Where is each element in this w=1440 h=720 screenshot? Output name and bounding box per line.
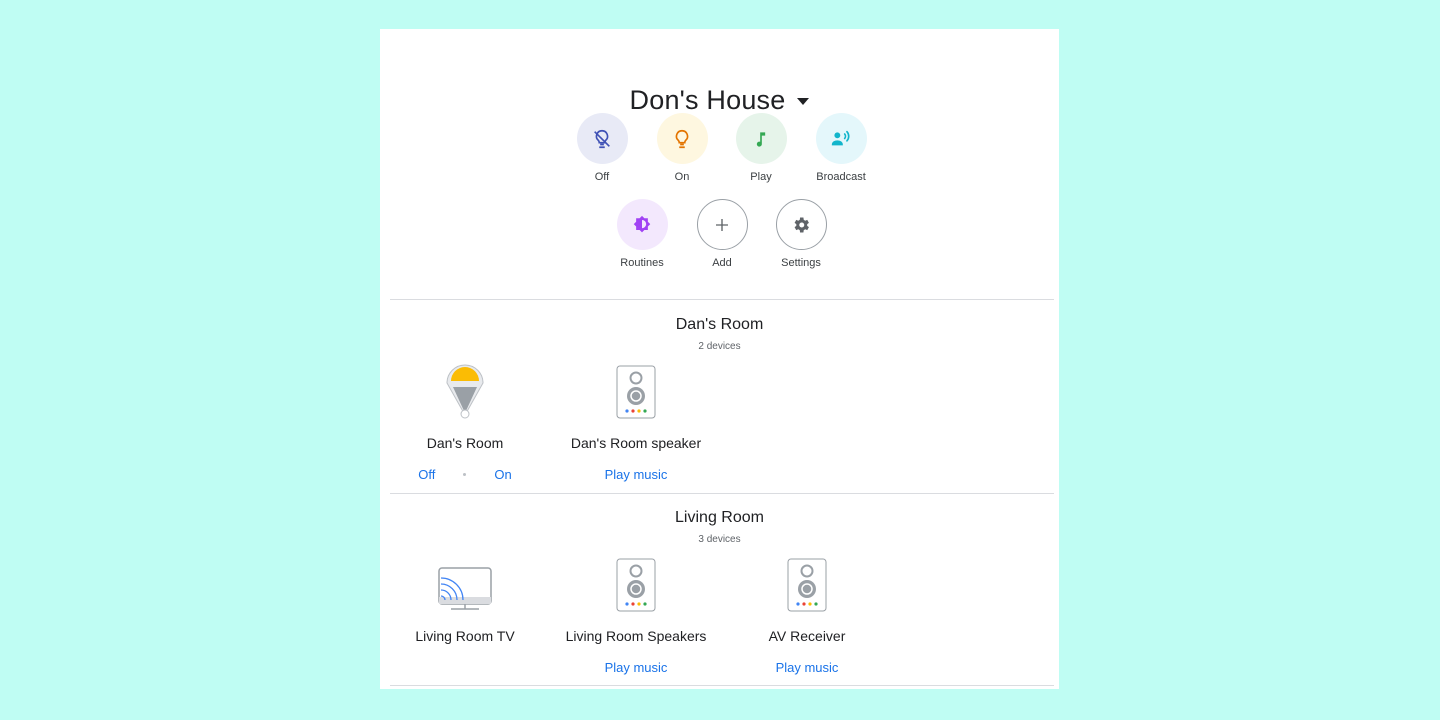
turn-off-link[interactable]: Off bbox=[418, 467, 435, 482]
device-actions: Play music bbox=[551, 660, 721, 675]
add-label: Add bbox=[712, 257, 732, 269]
device-card-speaker[interactable]: Living Room Speakers Play music bbox=[551, 556, 721, 675]
device-card-speaker[interactable]: Dan's Room speaker Play music bbox=[551, 363, 721, 482]
device-name: Living Room Speakers bbox=[565, 628, 707, 644]
off-label: Off bbox=[594, 171, 610, 183]
home-panel: Don's House Off On Play Broadcast Routin… bbox=[380, 29, 1059, 689]
section-divider bbox=[390, 299, 1054, 300]
device-name: Dan's Room speaker bbox=[570, 435, 702, 451]
device-card-lamp[interactable]: Dan's Room Off On bbox=[380, 363, 550, 482]
section-divider bbox=[390, 493, 1054, 494]
plus-icon[interactable] bbox=[696, 199, 748, 250]
caret-down-icon[interactable] bbox=[797, 98, 810, 105]
device-actions: Play music bbox=[722, 660, 892, 675]
off-action[interactable]: Off bbox=[557, 113, 647, 183]
speaker-icon bbox=[551, 363, 721, 419]
device-name: Living Room TV bbox=[415, 628, 515, 644]
play-music-link[interactable]: Play music bbox=[776, 660, 839, 675]
lamp-icon bbox=[380, 363, 550, 419]
speaker-icon bbox=[551, 556, 721, 612]
on-action[interactable]: On bbox=[637, 113, 727, 183]
speaker-icon bbox=[722, 556, 892, 612]
settings-label: Settings bbox=[781, 257, 821, 269]
room-device-count: 3 devices bbox=[698, 534, 741, 545]
gear-icon[interactable] bbox=[775, 199, 827, 250]
device-card-tv[interactable]: Living Room TV bbox=[380, 556, 550, 644]
device-actions: Play music bbox=[551, 467, 721, 482]
routines-label: Routines bbox=[620, 257, 664, 269]
settings-action[interactable]: Settings bbox=[756, 199, 846, 269]
play-label: Play bbox=[750, 171, 772, 183]
room-device-count: 2 devices bbox=[698, 341, 741, 352]
routines-action[interactable]: Routines bbox=[597, 199, 687, 269]
routines-icon[interactable] bbox=[616, 199, 668, 250]
device-name: AV Receiver bbox=[768, 628, 846, 644]
device-card-receiver[interactable]: AV Receiver Play music bbox=[722, 556, 892, 675]
separator-dot bbox=[463, 473, 467, 476]
home-name: Don's House bbox=[629, 85, 786, 115]
device-actions: Off On bbox=[380, 467, 550, 482]
section-divider bbox=[390, 685, 1054, 686]
device-name: Dan's Room bbox=[426, 435, 504, 451]
broadcast-label: Broadcast bbox=[816, 171, 866, 183]
play-action[interactable]: Play bbox=[716, 113, 806, 183]
home-switcher[interactable]: Don's House bbox=[380, 85, 1059, 116]
light-off-icon[interactable] bbox=[576, 113, 628, 164]
play-music-link[interactable]: Play music bbox=[605, 660, 668, 675]
turn-on-link[interactable]: On bbox=[494, 467, 511, 482]
tv-cast-icon bbox=[380, 556, 550, 612]
music-note-icon[interactable] bbox=[735, 113, 787, 164]
broadcast-icon[interactable] bbox=[815, 113, 867, 164]
add-action[interactable]: Add bbox=[677, 199, 767, 269]
broadcast-action[interactable]: Broadcast bbox=[796, 113, 886, 183]
on-label: On bbox=[674, 171, 690, 183]
room-title: Dan's Room bbox=[675, 316, 764, 333]
lightbulb-icon[interactable] bbox=[656, 113, 708, 164]
room-title: Living Room bbox=[675, 509, 764, 526]
play-music-link[interactable]: Play music bbox=[605, 467, 668, 482]
